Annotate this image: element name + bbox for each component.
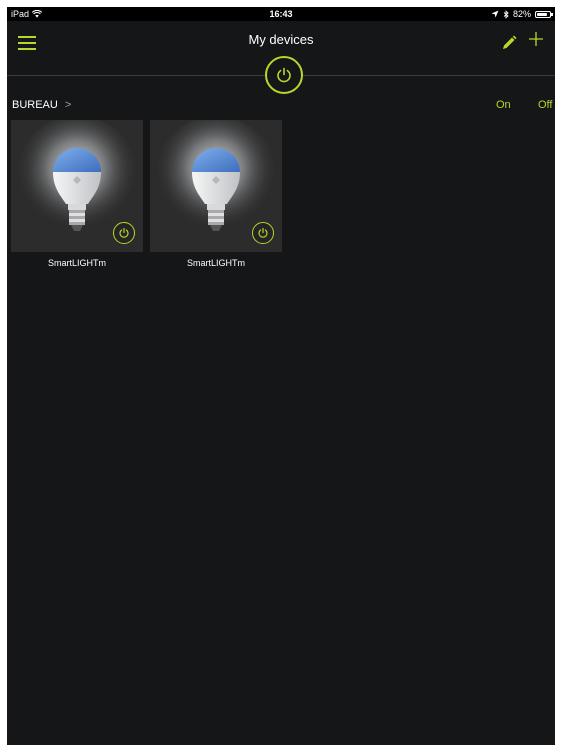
group-header-bureau[interactable]: BUREAU >: [12, 99, 71, 111]
add-device-button[interactable]: [525, 30, 547, 52]
power-icon: [277, 67, 291, 83]
menu-icon-line: [18, 48, 36, 50]
device-name: SmartLIGHTm: [186, 258, 245, 268]
device-power-button[interactable]: [113, 222, 135, 244]
group-on-button[interactable]: On: [496, 99, 511, 111]
group-name: BUREAU: [12, 99, 58, 111]
chevron-right-icon: >: [64, 99, 72, 111]
power-icon: [258, 227, 268, 238]
location-arrow-icon: [491, 10, 499, 18]
status-time: 16:43: [269, 9, 293, 19]
power-icon: [119, 227, 129, 238]
group-off-button[interactable]: Off: [538, 99, 552, 111]
battery-icon: [535, 10, 553, 18]
plus-icon: [529, 32, 543, 46]
status-bar: iPad 16:43 82%: [7, 7, 555, 21]
device-power-button[interactable]: [252, 222, 274, 244]
device-name: SmartLIGHTm: [47, 258, 106, 268]
battery-percent: 82%: [512, 9, 531, 19]
edit-button[interactable]: [499, 33, 519, 53]
page-title: My devices: [248, 32, 314, 47]
battery-level: [537, 12, 547, 16]
bluetooth-icon: [503, 9, 509, 19]
device-tile[interactable]: [150, 120, 282, 252]
status-right: 82%: [491, 7, 553, 21]
master-power-button[interactable]: [265, 56, 303, 94]
app-screen: iPad 16:43 82% My devices BUREAU > On Of…: [7, 7, 555, 745]
pencil-icon: [503, 35, 517, 49]
device-tile[interactable]: [11, 120, 143, 252]
